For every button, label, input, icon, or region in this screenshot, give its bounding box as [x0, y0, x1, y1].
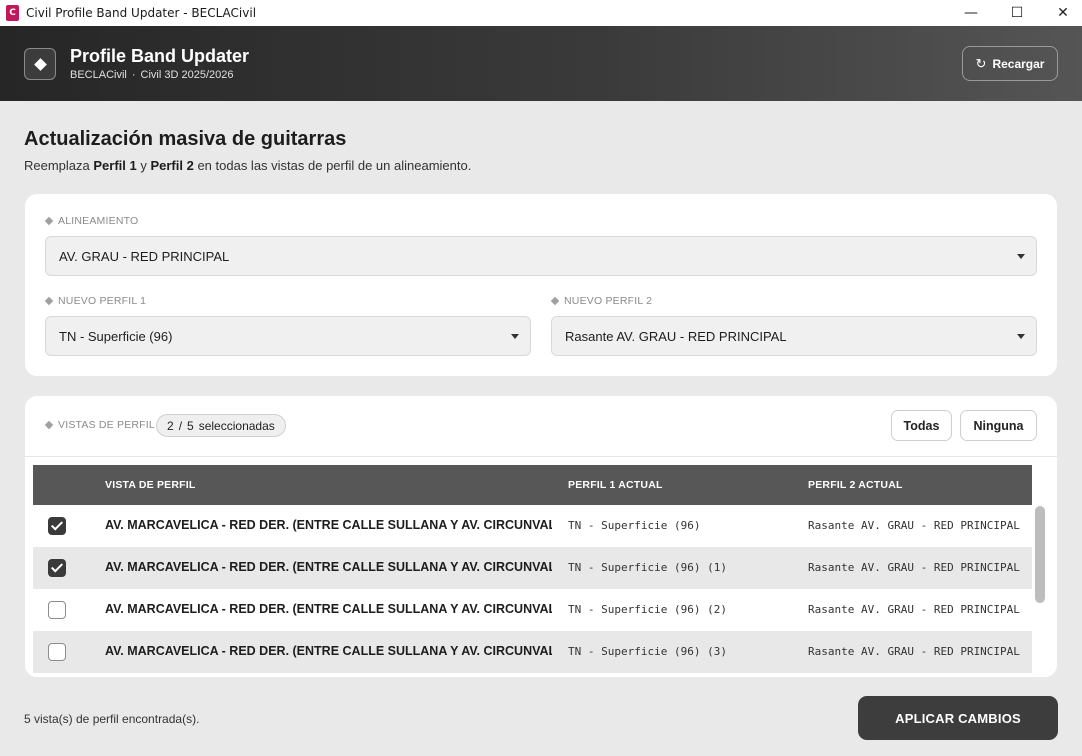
table-row[interactable]: AV. MARCAVELICA - RED DER. (ENTRE CALLE …	[33, 505, 1032, 547]
version-label: Civil 3D 2025/2026	[140, 69, 234, 81]
count-separator: /	[178, 418, 183, 433]
reload-button[interactable]: ↻ Recargar	[962, 46, 1058, 81]
scrollbar[interactable]	[1032, 505, 1049, 677]
window-title: Civil Profile Band Updater - BECLACivil	[26, 6, 257, 20]
views-label: VISTAS DE PERFIL	[44, 419, 155, 431]
reload-label: Recargar	[992, 56, 1045, 71]
total-count: 5	[187, 418, 194, 433]
profile2-cell: Rasante AV. GRAU - RED PRINCIPAL	[808, 519, 1020, 532]
column-header-view[interactable]: VISTA DE PERFIL	[105, 479, 196, 491]
desc-bold-profile2: Perfil 2	[150, 158, 194, 173]
page-title: Actualización masiva de guitarras	[24, 128, 347, 150]
chevron-down-icon	[1017, 254, 1025, 259]
apply-changes-button[interactable]: APLICAR CAMBIOS	[858, 696, 1058, 740]
diamond-icon	[33, 57, 47, 71]
alignment-select-value: AV. GRAU - RED PRINCIPAL	[59, 248, 230, 264]
views-label-text: VISTAS DE PERFIL	[58, 419, 155, 431]
scrollbar-thumb[interactable]	[1035, 506, 1045, 603]
profile1-cell: TN - Superficie (96) (1)	[568, 561, 727, 574]
alignment-select[interactable]: AV. GRAU - RED PRINCIPAL	[45, 236, 1037, 276]
org-name: BECLACivil	[70, 69, 127, 81]
desc-text: y	[136, 158, 151, 173]
profile2-cell: Rasante AV. GRAU - RED PRINCIPAL	[808, 603, 1020, 616]
header-title: Profile Band Updater	[70, 46, 250, 66]
profile1-label: NUEVO PERFIL 1	[44, 295, 147, 307]
bullet-icon	[550, 296, 560, 306]
column-header-profile2[interactable]: PERFIL 2 ACTUAL	[808, 479, 903, 491]
profile2-select[interactable]: Rasante AV. GRAU - RED PRINCIPAL	[551, 316, 1037, 356]
maximize-button[interactable]: ☐	[994, 0, 1040, 26]
table-row[interactable]: AV. MARCAVELICA - RED DER. (ENTRE CALLE …	[33, 589, 1032, 631]
view-name-cell: AV. MARCAVELICA - RED DER. (ENTRE CALLE …	[105, 602, 552, 616]
table-header: VISTA DE PERFIL PERFIL 1 ACTUAL PERFIL 2…	[33, 465, 1032, 505]
app-header: Profile Band Updater BECLACivil · Civil 3D…	[0, 26, 1082, 101]
selection-count-badge: 2 / 5 seleccionadas	[156, 414, 286, 437]
reload-icon: ↻	[975, 55, 987, 71]
profile2-label: NUEVO PERFIL 2	[550, 295, 653, 307]
settings-card: ALINEAMIENTO AV. GRAU - RED PRINCIPAL NU…	[25, 194, 1057, 376]
profile-views-card: VISTAS DE PERFIL 2 / 5 seleccionadas Tod…	[25, 396, 1057, 677]
desc-text: en todas las vistas de perfil de un alin…	[193, 158, 472, 173]
profile2-label-text: NUEVO PERFIL 2	[564, 295, 653, 307]
profile1-select-value: TN - Superficie (96)	[59, 328, 173, 344]
profile1-label-text: NUEVO PERFIL 1	[58, 295, 147, 307]
status-text: 5 vista(s) de perfil encontrada(s).	[24, 712, 200, 726]
desc-text: Reemplaza	[24, 158, 94, 173]
profile1-cell: TN - Superficie (96)	[568, 519, 701, 532]
minimize-button[interactable]: —	[948, 0, 994, 26]
row-checkbox[interactable]	[48, 517, 66, 535]
bullet-icon	[44, 216, 54, 226]
desc-bold-profile1: Perfil 1	[93, 158, 137, 173]
profile1-cell: TN - Superficie (96) (2)	[568, 603, 727, 616]
profile1-select[interactable]: TN - Superficie (96)	[45, 316, 531, 356]
chevron-down-icon	[1017, 334, 1025, 339]
divider	[25, 456, 1057, 457]
bullet-icon	[44, 296, 54, 306]
table-row[interactable]: AV. MARCAVELICA - RED DER. (ENTRE CALLE …	[33, 547, 1032, 589]
chevron-down-icon	[511, 334, 519, 339]
select-all-button[interactable]: Todas	[891, 410, 952, 441]
header-subtitle: BECLACivil · Civil 3D 2025/2026	[70, 69, 233, 81]
app-logo	[24, 48, 56, 80]
column-header-profile1[interactable]: PERFIL 1 ACTUAL	[568, 479, 663, 491]
alignment-label-text: ALINEAMIENTO	[58, 215, 139, 227]
row-checkbox[interactable]	[48, 643, 66, 661]
table-row[interactable]: AV. MARCAVELICA - RED DER. (ENTRE CALLE …	[33, 631, 1032, 673]
profile2-select-value: Rasante AV. GRAU - RED PRINCIPAL	[565, 328, 787, 344]
view-name-cell: AV. MARCAVELICA - RED DER. (ENTRE CALLE …	[105, 644, 552, 658]
profile1-cell: TN - Superficie (96) (3)	[568, 645, 727, 658]
view-name-cell: AV. MARCAVELICA - RED DER. (ENTRE CALLE …	[105, 518, 552, 532]
app-icon: C	[6, 5, 19, 21]
view-name-cell: AV. MARCAVELICA - RED DER. (ENTRE CALLE …	[105, 560, 552, 574]
alignment-label: ALINEAMIENTO	[44, 215, 139, 227]
bullet-icon	[44, 420, 54, 430]
header-separator: ·	[131, 69, 136, 81]
select-none-button[interactable]: Ninguna	[960, 410, 1037, 441]
count-suffix: seleccionadas	[198, 418, 275, 433]
close-button[interactable]: ✕	[1040, 0, 1082, 26]
profile2-cell: Rasante AV. GRAU - RED PRINCIPAL	[808, 645, 1020, 658]
selected-count: 2	[167, 418, 174, 433]
page-description: Reemplaza Perfil 1 y Perfil 2 en todas l…	[24, 158, 471, 173]
row-checkbox[interactable]	[48, 601, 66, 619]
profile2-cell: Rasante AV. GRAU - RED PRINCIPAL	[808, 561, 1020, 574]
window-title-bar: C Civil Profile Band Updater - BECLACivi…	[0, 0, 1082, 26]
row-checkbox[interactable]	[48, 559, 66, 577]
